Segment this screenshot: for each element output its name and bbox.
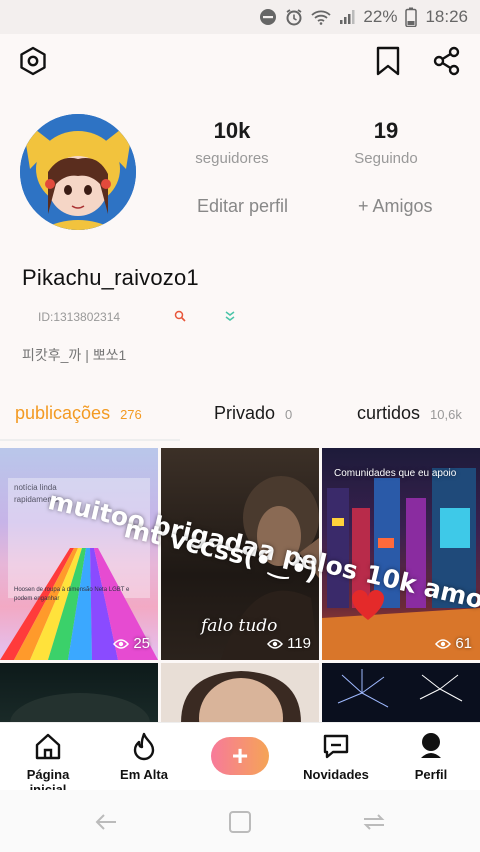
- battery-icon: [405, 7, 418, 27]
- bookmark-button[interactable]: [371, 44, 405, 78]
- edit-profile-button[interactable]: Editar perfil: [197, 196, 288, 217]
- message-icon: [323, 734, 349, 759]
- tab-divider: [0, 439, 180, 441]
- create-post-button[interactable]: +: [211, 737, 269, 775]
- tab-publicacoes[interactable]: publicações 276: [15, 403, 142, 424]
- flame-icon: [133, 732, 155, 761]
- tab-curtidos[interactable]: curtidos 10,6k: [357, 403, 462, 424]
- post-text: Hoosen de roupa à dimensão Neta LGBT e p…: [14, 587, 130, 602]
- eye-icon: [435, 638, 452, 649]
- share-icon: [433, 46, 460, 76]
- following-label: Seguindo: [354, 150, 418, 167]
- avatar[interactable]: [20, 114, 136, 230]
- pikachu-avatar-image: [20, 114, 136, 230]
- following-stat[interactable]: 19 Seguindo: [348, 118, 424, 167]
- bio: 피캇후_까 | 뽀쏘1: [22, 347, 127, 363]
- status-bar: 22% 18:26: [0, 0, 480, 34]
- post-tile[interactable]: notícia linda rapidamente Hoosen de roup…: [0, 448, 158, 660]
- rainbow-road-image: [0, 478, 158, 660]
- nav-profile[interactable]: Perfil: [408, 731, 454, 782]
- followers-count: 10k: [213, 118, 251, 143]
- dark-image: [10, 693, 150, 723]
- hexagon-settings-icon: [20, 46, 46, 76]
- profile-icon: [421, 733, 441, 758]
- face-image: [181, 671, 301, 723]
- system-nav-bar: [0, 790, 480, 852]
- wifi-icon: [311, 9, 332, 25]
- bottom-nav: Página inicial Em Alta + Novidades Perfi…: [0, 722, 480, 797]
- share-button[interactable]: [430, 44, 464, 78]
- add-friends-button[interactable]: + Amigos: [358, 196, 433, 217]
- alarm-icon: [285, 8, 303, 26]
- tab-label: Privado: [214, 403, 276, 423]
- post-tile[interactable]: [161, 663, 319, 723]
- home-system-button[interactable]: [226, 808, 254, 836]
- bookmark-icon: [376, 46, 400, 76]
- tab-count: 10,6k: [430, 407, 462, 422]
- tab-label: publicações: [15, 403, 111, 423]
- tab-privado[interactable]: Privado 0: [214, 403, 292, 424]
- expand-chevron-icon[interactable]: [224, 309, 236, 327]
- post-tile[interactable]: [322, 663, 480, 723]
- post-tile[interactable]: [0, 663, 158, 723]
- views-count: 119: [267, 635, 311, 652]
- top-bar: [0, 38, 480, 84]
- views-count: 25: [113, 635, 150, 652]
- back-arrow-icon: [95, 814, 116, 830]
- do-not-disturb-icon: [259, 8, 277, 26]
- username: Pikachu_raivozo1: [22, 265, 199, 290]
- tab-label: curtidos: [357, 403, 421, 423]
- back-button[interactable]: [92, 808, 120, 836]
- followers-stat[interactable]: 10k seguidores: [190, 118, 274, 167]
- user-id: ID:1313802314: [38, 310, 121, 324]
- battery-percent: 22%: [363, 7, 398, 26]
- recents-button[interactable]: [360, 808, 388, 836]
- following-count: 19: [373, 118, 399, 143]
- signal-icon: [339, 9, 355, 25]
- nav-trending[interactable]: Em Alta: [114, 731, 174, 782]
- post-caption: falo tudo: [201, 616, 278, 636]
- plus-icon: +: [231, 740, 249, 771]
- eye-icon: [113, 638, 130, 649]
- profile-tabs: publicações 276 Privado 0 curtidos 10,6k: [0, 395, 480, 445]
- views-count: 61: [435, 635, 472, 652]
- search-id-icon[interactable]: [174, 309, 186, 327]
- recents-icon: [363, 814, 385, 830]
- settings-button[interactable]: [16, 44, 50, 78]
- tab-count: 276: [120, 407, 142, 422]
- tab-count: 0: [285, 407, 293, 422]
- post-header: Comunidades que eu apoio: [334, 468, 457, 479]
- posts-grid: notícia linda rapidamente Hoosen de roup…: [0, 448, 480, 723]
- square-icon: [229, 811, 251, 833]
- nav-home[interactable]: Página inicial: [8, 731, 88, 797]
- eye-icon: [267, 638, 284, 649]
- followers-label: seguidores: [195, 150, 269, 167]
- clock: 18:26: [425, 7, 468, 26]
- nav-news[interactable]: Novidades: [300, 731, 372, 782]
- home-icon: [35, 733, 61, 760]
- fireworks-image: [337, 669, 463, 708]
